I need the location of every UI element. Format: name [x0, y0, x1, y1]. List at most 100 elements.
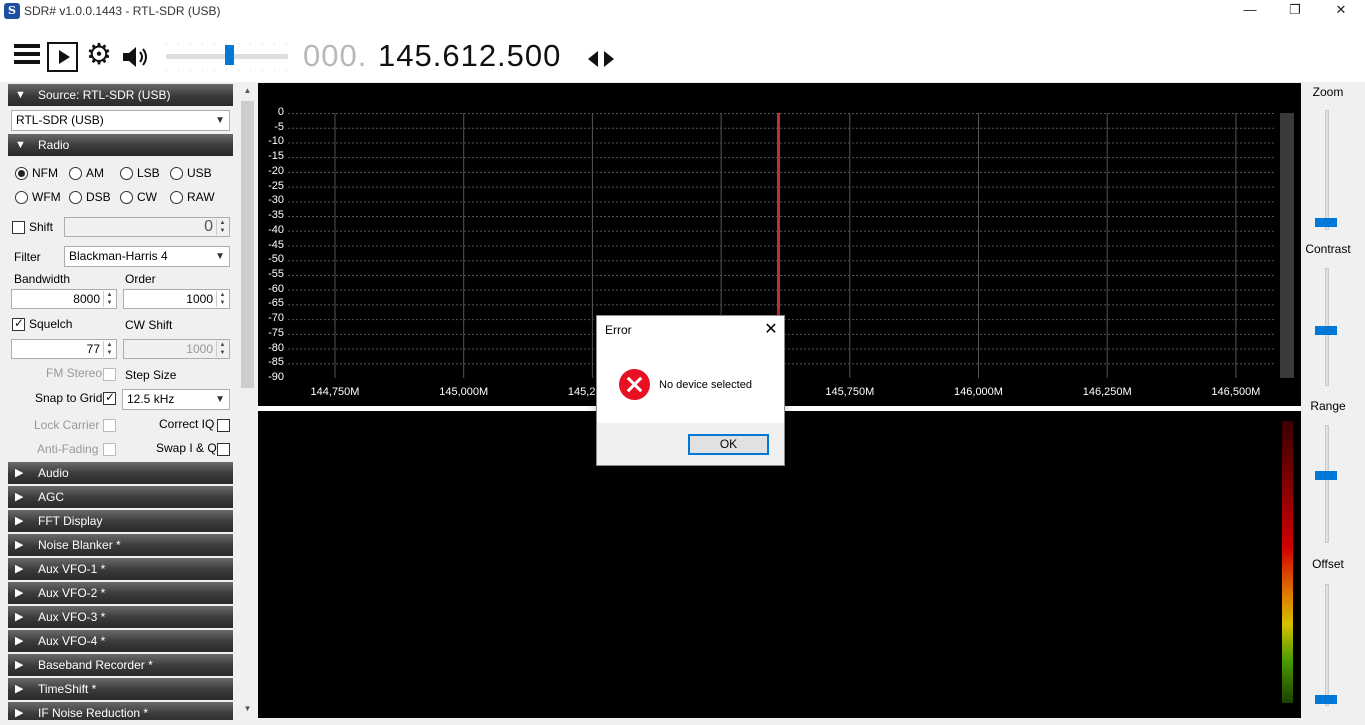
x-tick-label: 145,000M — [439, 386, 489, 398]
expand-arrow-icon: ▶ — [15, 707, 24, 719]
expand-arrow-icon: ▶ — [15, 539, 24, 551]
play-button[interactable] — [47, 42, 78, 72]
snap-to-grid-checkbox[interactable] — [103, 390, 116, 405]
dialog-title: Error — [605, 323, 632, 337]
step-size-select[interactable]: 12.5 kHz ▼ — [122, 389, 230, 410]
offset-label: Offset — [1312, 557, 1344, 571]
order-input[interactable]: 1000 ▲ ▼ — [123, 289, 230, 309]
x-tick-label: 144,750M — [310, 386, 360, 398]
section-radio-header[interactable]: ▼ Radio — [8, 134, 233, 156]
spin-arrows-icon[interactable]: ▲ ▼ — [216, 219, 228, 235]
tuning-arrows-icon[interactable] — [588, 49, 614, 69]
spin-arrows-icon[interactable]: ▲ ▼ — [103, 291, 115, 307]
scroll-up-icon[interactable]: ▲ — [241, 86, 254, 98]
section-timeshift-header[interactable]: ▶ TimeShift * — [8, 678, 233, 700]
cw-shift-input[interactable]: 1000 ▲ ▼ — [123, 339, 230, 359]
section-aux-vfo-3-header[interactable]: ▶ Aux VFO-3 * — [8, 606, 233, 628]
scroll-down-icon[interactable]: ▼ — [241, 704, 254, 716]
section-noise-blanker-header[interactable]: ▶ Noise Blanker * — [8, 534, 233, 556]
collapse-arrow-icon: ▼ — [15, 139, 26, 151]
zoom-slider[interactable] — [1325, 110, 1329, 230]
gear-icon[interactable]: ⚙ — [86, 41, 112, 70]
mode-radio-nfm[interactable]: NFM — [15, 166, 58, 180]
swap-iq-checkbox[interactable] — [217, 443, 230, 456]
contrast-slider-thumb[interactable] — [1315, 326, 1337, 335]
speaker-icon[interactable] — [121, 44, 151, 70]
y-tick-label: -10 — [268, 135, 284, 148]
x-tick-label: 146,000M — [954, 386, 1003, 398]
spectrum-scale-bar — [1280, 113, 1294, 378]
fm-stereo-checkbox[interactable] — [103, 368, 116, 381]
section-if-noise-reduction-header[interactable]: ▶ IF Noise Reduction * — [8, 702, 233, 720]
mode-radio-dsb[interactable]: DSB — [69, 190, 111, 204]
error-icon — [619, 369, 650, 400]
y-tick-label: -55 — [268, 267, 284, 280]
x-tick-label: 146,500M — [1211, 386, 1261, 398]
section-aux-vfo-4-header[interactable]: ▶ Aux VFO-4 * — [8, 630, 233, 652]
offset-slider-thumb[interactable] — [1315, 695, 1337, 704]
mode-radio-cw[interactable]: CW — [120, 190, 157, 204]
section-aux-vfo-1-header[interactable]: ▶ Aux VFO-1 * — [8, 558, 233, 580]
frequency-display[interactable]: 145.612.500 — [378, 38, 561, 74]
bandwidth-input[interactable]: 8000 ▲ ▼ — [11, 289, 117, 309]
chevron-down-icon: ▼ — [215, 251, 225, 262]
hamburger-menu-icon[interactable] — [14, 44, 40, 68]
mode-radio-lsb[interactable]: LSB — [120, 166, 160, 180]
bandwidth-label: Bandwidth — [14, 272, 71, 286]
fm-stereo-label: FM Stereo — [46, 366, 103, 380]
correct-iq-label: Correct IQ — [159, 417, 215, 431]
section-source-header[interactable]: ▼ Source: RTL-SDR (USB) — [8, 84, 233, 106]
y-tick-label: -65 — [268, 297, 284, 310]
window-title: SDR# v1.0.0.1443 - RTL-SDR (USB) — [24, 4, 221, 18]
mode-radio-raw[interactable]: RAW — [170, 190, 215, 204]
zoom-slider-thumb[interactable] — [1315, 218, 1337, 227]
squelch-input[interactable]: 77 ▲ ▼ — [11, 339, 117, 359]
section-aux-vfo-2-header[interactable]: ▶ Aux VFO-2 * — [8, 582, 233, 604]
source-device-select[interactable]: RTL-SDR (USB) ▼ — [11, 110, 230, 131]
zoom-label: Zoom — [1312, 85, 1344, 99]
shift-value-input[interactable]: 0 ▲ ▼ — [64, 217, 230, 237]
dialog-close-icon[interactable]: ✕ — [762, 319, 780, 339]
ok-button[interactable]: OK — [688, 434, 769, 455]
anti-fading-checkbox[interactable] — [103, 443, 116, 456]
offset-slider[interactable] — [1325, 584, 1329, 706]
expand-arrow-icon: ▶ — [15, 587, 24, 599]
range-slider[interactable] — [1325, 425, 1329, 543]
section-fft-display-header[interactable]: ▶ FFT Display — [8, 510, 233, 532]
order-label: Order — [125, 272, 156, 286]
spin-arrows-icon[interactable]: ▲ ▼ — [216, 341, 228, 357]
maximize-button[interactable]: ❐ — [1272, 0, 1318, 22]
spin-arrows-icon[interactable]: ▲ ▼ — [103, 341, 115, 357]
y-tick-label: -25 — [268, 179, 284, 192]
spin-arrows-icon[interactable]: ▲ ▼ — [216, 291, 228, 307]
shift-checkbox[interactable] — [12, 221, 25, 234]
close-window-button[interactable]: ✕ — [1318, 0, 1364, 22]
frequency-prefix[interactable]: 000. — [303, 38, 367, 74]
y-tick-label: -5 — [274, 120, 284, 133]
scrollbar-thumb[interactable] — [241, 101, 254, 388]
correct-iq-checkbox[interactable] — [217, 419, 230, 432]
sdrsharp-logo-icon: S — [4, 3, 20, 19]
y-tick-label: -50 — [268, 253, 284, 266]
range-label: Range — [1310, 399, 1346, 413]
contrast-label: Contrast — [1305, 242, 1351, 256]
step-size-label: Step Size — [125, 368, 177, 382]
squelch-checkbox[interactable] — [12, 316, 25, 331]
filter-select[interactable]: Blackman-Harris 4 ▼ — [64, 246, 230, 267]
anti-fading-label: Anti-Fading — [37, 442, 99, 456]
range-slider-thumb[interactable] — [1315, 471, 1337, 480]
minimize-button[interactable]: — — [1227, 0, 1273, 22]
section-audio-header[interactable]: ▶ Audio — [8, 462, 233, 484]
lock-carrier-checkbox[interactable] — [103, 419, 116, 432]
waterfall-color-scale — [1282, 421, 1293, 703]
control-panel: ▼ Source: RTL-SDR (USB) RTL-SDR (USB) ▼ ▼… — [8, 84, 234, 720]
dialog-message: No device selected — [659, 379, 752, 391]
y-tick-label: -80 — [268, 341, 284, 354]
section-baseband-recorder-header[interactable]: ▶ Baseband Recorder * — [8, 654, 233, 676]
mode-radio-usb[interactable]: USB — [170, 166, 212, 180]
mode-radio-wfm[interactable]: WFM — [15, 190, 61, 204]
y-tick-label: -60 — [268, 282, 284, 295]
section-agc-header[interactable]: ▶ AGC — [8, 486, 233, 508]
volume-slider-thumb[interactable] — [225, 45, 234, 65]
mode-radio-am[interactable]: AM — [69, 166, 104, 180]
